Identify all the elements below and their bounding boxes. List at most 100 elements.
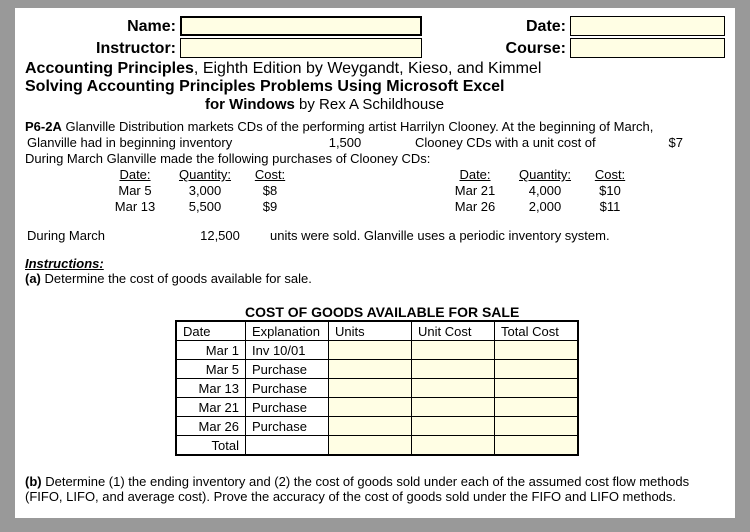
table-row: Mar 13 Purchase bbox=[176, 379, 578, 398]
instructor-label: Instructor: bbox=[96, 40, 180, 58]
p-l0-date: Mar 5 bbox=[100, 183, 170, 198]
instruction-a: (a) Determine the cost of goods availabl… bbox=[25, 271, 725, 286]
col-qty-right: Quantity: bbox=[510, 167, 580, 182]
course-label: Course: bbox=[506, 40, 570, 58]
p-l1-cost: $9 bbox=[240, 199, 300, 214]
cogs-r4-total[interactable] bbox=[495, 417, 579, 436]
col-date-right: Date: bbox=[440, 167, 510, 182]
header-row-2: Instructor: Course: bbox=[25, 38, 725, 58]
course-subtitle: for Windows by Rex A Schildhouse bbox=[25, 96, 725, 113]
cogs-r2-date: Mar 13 bbox=[176, 379, 246, 398]
cogs-r2-units[interactable] bbox=[329, 379, 412, 398]
col-cost-left: Cost: bbox=[240, 167, 300, 182]
instruction-a-bold: (a) bbox=[25, 271, 41, 286]
textbook-title-bold: Accounting Principles bbox=[25, 60, 194, 77]
course-subtitle-rest: by Rex A Schildhouse bbox=[295, 96, 444, 113]
date-label: Date: bbox=[526, 18, 570, 36]
col-cost-right: Cost: bbox=[580, 167, 640, 182]
purchases-row-2: Mar 13 5,500 $9 Mar 26 2,000 $11 bbox=[25, 199, 725, 214]
name-label: Name: bbox=[127, 18, 180, 36]
cogs-r5-total[interactable] bbox=[495, 436, 579, 456]
cogs-r1-units[interactable] bbox=[329, 360, 412, 379]
cogs-h-total: Total Cost bbox=[495, 321, 579, 341]
purchases-row-1: Mar 5 3,000 $8 Mar 21 4,000 $10 bbox=[25, 183, 725, 198]
table-row: Mar 21 Purchase bbox=[176, 398, 578, 417]
course-title: Solving Accounting Principles Problems U… bbox=[25, 78, 725, 96]
course-subtitle-bold: for Windows bbox=[205, 96, 295, 113]
name-input[interactable] bbox=[180, 16, 422, 36]
instruction-b-text: Determine (1) the ending inventory and (… bbox=[25, 474, 689, 504]
worksheet: Name: Date: Instructor: Course: Accounti… bbox=[15, 8, 735, 518]
purchases-header: Date: Quantity: Cost: Date: Quantity: Co… bbox=[25, 167, 725, 182]
cogs-table: Date Explanation Units Unit Cost Total C… bbox=[175, 320, 579, 456]
instruction-a-text: Determine the cost of goods available fo… bbox=[41, 271, 312, 286]
during-qty: 12,500 bbox=[180, 228, 260, 243]
p-l1-date: Mar 13 bbox=[100, 199, 170, 214]
cogs-r0-unitcost[interactable] bbox=[412, 341, 495, 360]
beg-inv-cost: $7 bbox=[635, 135, 685, 150]
cogs-r4-date: Mar 26 bbox=[176, 417, 246, 436]
cogs-header-row: Date Explanation Units Unit Cost Total C… bbox=[176, 321, 578, 341]
table-row: Mar 5 Purchase bbox=[176, 360, 578, 379]
cogs-title: COST OF GOODS AVAILABLE FOR SALE bbox=[25, 304, 725, 320]
cogs-h-date: Date bbox=[176, 321, 246, 341]
during-rest: units were sold. Glanville uses a period… bbox=[260, 228, 725, 243]
cogs-r2-unitcost[interactable] bbox=[412, 379, 495, 398]
problem-intro-1: Glanville Distribution markets CDs of th… bbox=[62, 119, 654, 134]
beg-inv-text: Glanville had in beginning inventory bbox=[25, 135, 305, 150]
during-march-row: During March 12,500 units were sold. Gla… bbox=[25, 228, 725, 243]
p-r0-date: Mar 21 bbox=[440, 183, 510, 198]
cogs-r3-unitcost[interactable] bbox=[412, 398, 495, 417]
table-row: Mar 26 Purchase bbox=[176, 417, 578, 436]
col-qty-left: Quantity: bbox=[170, 167, 240, 182]
cogs-r4-unitcost[interactable] bbox=[412, 417, 495, 436]
cogs-r4-expl: Purchase bbox=[246, 417, 329, 436]
cogs-r2-total[interactable] bbox=[495, 379, 579, 398]
beg-inv-qty: 1,500 bbox=[305, 135, 385, 150]
p-r0-qty: 4,000 bbox=[510, 183, 580, 198]
textbook-title-rest: , Eighth Edition by Weygandt, Kieso, and… bbox=[194, 60, 541, 77]
p-r0-cost: $10 bbox=[580, 183, 640, 198]
course-input[interactable] bbox=[570, 38, 725, 58]
p-l0-qty: 3,000 bbox=[170, 183, 240, 198]
cogs-r5-units[interactable] bbox=[329, 436, 412, 456]
cogs-r1-total[interactable] bbox=[495, 360, 579, 379]
cogs-r3-expl: Purchase bbox=[246, 398, 329, 417]
table-row: Total bbox=[176, 436, 578, 456]
cogs-r2-expl: Purchase bbox=[246, 379, 329, 398]
header-row-1: Name: Date: bbox=[25, 16, 725, 36]
textbook-title: Accounting Principles, Eighth Edition by… bbox=[25, 60, 725, 78]
cogs-r5-unitcost[interactable] bbox=[412, 436, 495, 456]
problem-code: P6-2A bbox=[25, 119, 62, 134]
cogs-h-unitcost: Unit Cost bbox=[412, 321, 495, 341]
cogs-r4-units[interactable] bbox=[329, 417, 412, 436]
cogs-r0-date: Mar 1 bbox=[176, 341, 246, 360]
cogs-r0-expl: Inv 10/01 bbox=[246, 341, 329, 360]
cogs-r1-date: Mar 5 bbox=[176, 360, 246, 379]
p-r1-qty: 2,000 bbox=[510, 199, 580, 214]
instruction-b-bold: (b) bbox=[25, 474, 42, 489]
cogs-r1-expl: Purchase bbox=[246, 360, 329, 379]
date-input[interactable] bbox=[570, 16, 725, 36]
instruction-b: (b) Determine (1) the ending inventory a… bbox=[25, 474, 725, 504]
cogs-r1-unitcost[interactable] bbox=[412, 360, 495, 379]
during-label: During March bbox=[25, 228, 180, 243]
cogs-h-units: Units bbox=[329, 321, 412, 341]
problem-line-1: P6-2A Glanville Distribution markets CDs… bbox=[25, 119, 725, 134]
cogs-r3-total[interactable] bbox=[495, 398, 579, 417]
p-l0-cost: $8 bbox=[240, 183, 300, 198]
p-r1-cost: $11 bbox=[580, 199, 640, 214]
cogs-r0-units[interactable] bbox=[329, 341, 412, 360]
cogs-r5-expl bbox=[246, 436, 329, 456]
cogs-r3-date: Mar 21 bbox=[176, 398, 246, 417]
cogs-r3-units[interactable] bbox=[329, 398, 412, 417]
p-r1-date: Mar 26 bbox=[440, 199, 510, 214]
p-l1-qty: 5,500 bbox=[170, 199, 240, 214]
col-date-left: Date: bbox=[100, 167, 170, 182]
cogs-r0-total[interactable] bbox=[495, 341, 579, 360]
table-row: Mar 1 Inv 10/01 bbox=[176, 341, 578, 360]
cogs-h-expl: Explanation bbox=[246, 321, 329, 341]
instructor-input[interactable] bbox=[180, 38, 422, 58]
problem-line-2: Glanville had in beginning inventory 1,5… bbox=[25, 135, 725, 150]
beg-inv-text-2: Clooney CDs with a unit cost of bbox=[385, 135, 635, 150]
